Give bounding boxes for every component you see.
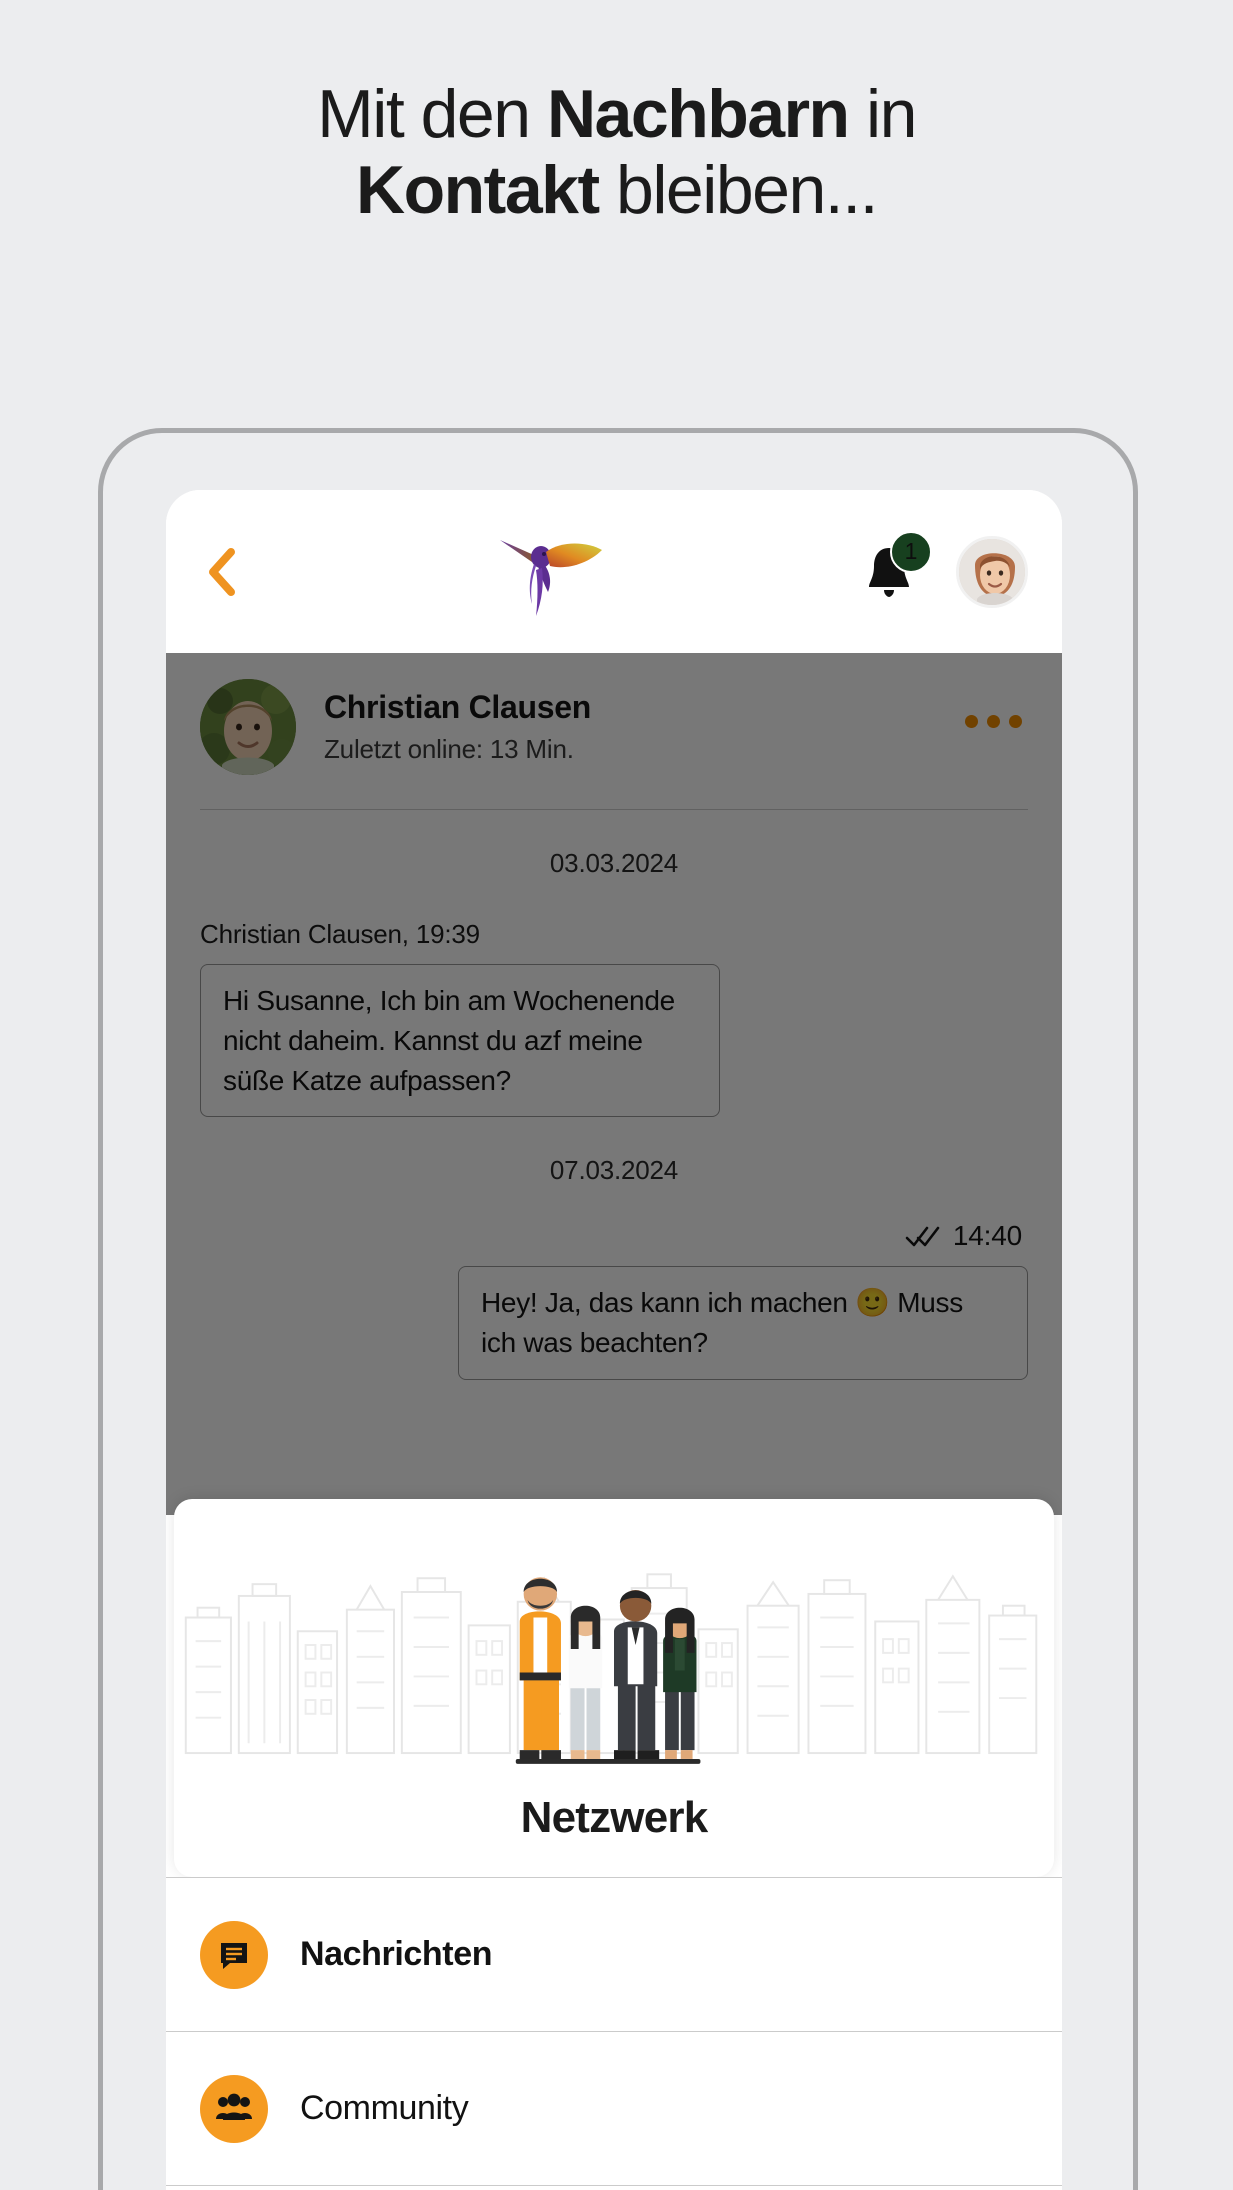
contact-avatar-image [200,679,296,775]
title-text-2: in [848,76,917,152]
back-button[interactable] [200,547,244,596]
chat-options-button[interactable] [965,715,1022,728]
menu-item-community[interactable]: Community [166,2031,1062,2185]
user-avatar-image [959,538,1025,605]
chat-bubble-glyph [221,1942,247,1969]
phone-screen: 1 Christian Clausen Zuletzt online: 13 M… [166,490,1062,2190]
netzwerk-title: Netzwerk [520,1793,709,1842]
people-city-illustration [184,1573,1038,1764]
title-text-1: Mit den [317,76,547,152]
date-chip: 03.03.2024 [533,842,695,885]
page-root: Mit den Nachbarn in Kontakt bleiben... 1… [0,0,1233,2190]
netzwerk-card: Netzwerk [174,1499,1054,1877]
chat-conversation: Christian Clausen Zuletzt online: 13 Min… [166,653,1062,1515]
date-separator-1: 03.03.2024 [166,842,1062,885]
message-receipt: 14:40 [166,1220,1022,1252]
page-title: Mit den Nachbarn in Kontakt bleiben... [0,76,1233,228]
menu-item-nachrichten[interactable]: Nachrichten [166,1877,1062,2031]
menu-item-label: Community [300,2089,469,2127]
group-people-icon [200,2074,268,2143]
page-title-line-1: Mit den Nachbarn in [0,76,1233,152]
receipt-time: 14:40 [952,1220,1022,1252]
title-bold-1: Nachbarn [546,76,850,152]
title-text-3: bleiben... [598,152,879,229]
menu-item-termine[interactable]: Termine [166,2185,1062,2190]
dot-3 [1009,715,1022,728]
avatar[interactable] [956,535,1028,608]
dot-1 [965,715,978,728]
message-author-1: Christian Clausen, 19:39 [200,919,480,949]
chat-contact-header[interactable]: Christian Clausen Zuletzt online: 13 Min… [166,653,1062,775]
contact-name: Christian Clausen [324,689,591,725]
contact-avatar[interactable] [200,679,296,775]
contact-status: Zuletzt online: 13 Min. [324,734,574,764]
group-people-glyph [216,2093,252,2120]
chevron-left-icon [209,547,235,596]
message-bubble-incoming[interactable]: Hi Susanne, Ich bin am Wochenende nicht … [200,964,720,1118]
contact-meta: Christian Clausen Zuletzt online: 13 Min… [324,689,591,765]
double-check-icon [905,1226,940,1247]
chat-bubble-icon [200,1920,268,1989]
dot-2 [987,715,1000,728]
title-bold-2: Kontakt [356,152,600,229]
page-title-line-2: Kontakt bleiben... [0,152,1233,228]
message-bubble-outgoing[interactable]: Hey! Ja, das kann ich machen 🙂 Muss ich … [458,1266,1028,1380]
date-separator-2: 07.03.2024 [166,1149,1062,1193]
chat-header-divider [200,809,1028,810]
menu-item-label: Nachrichten [300,1935,493,1973]
message-outgoing-row: Hey! Ja, das kann ich machen 🙂 Muss ich … [200,1266,1028,1380]
app-header: 1 [166,490,1062,653]
hummingbird-logo [500,539,602,616]
notifications-button[interactable]: 1 [858,530,932,603]
notification-badge: 1 [890,530,932,573]
date-chip: 07.03.2024 [533,1149,695,1193]
menu-list: Nachrichten Community [166,1877,1062,2190]
